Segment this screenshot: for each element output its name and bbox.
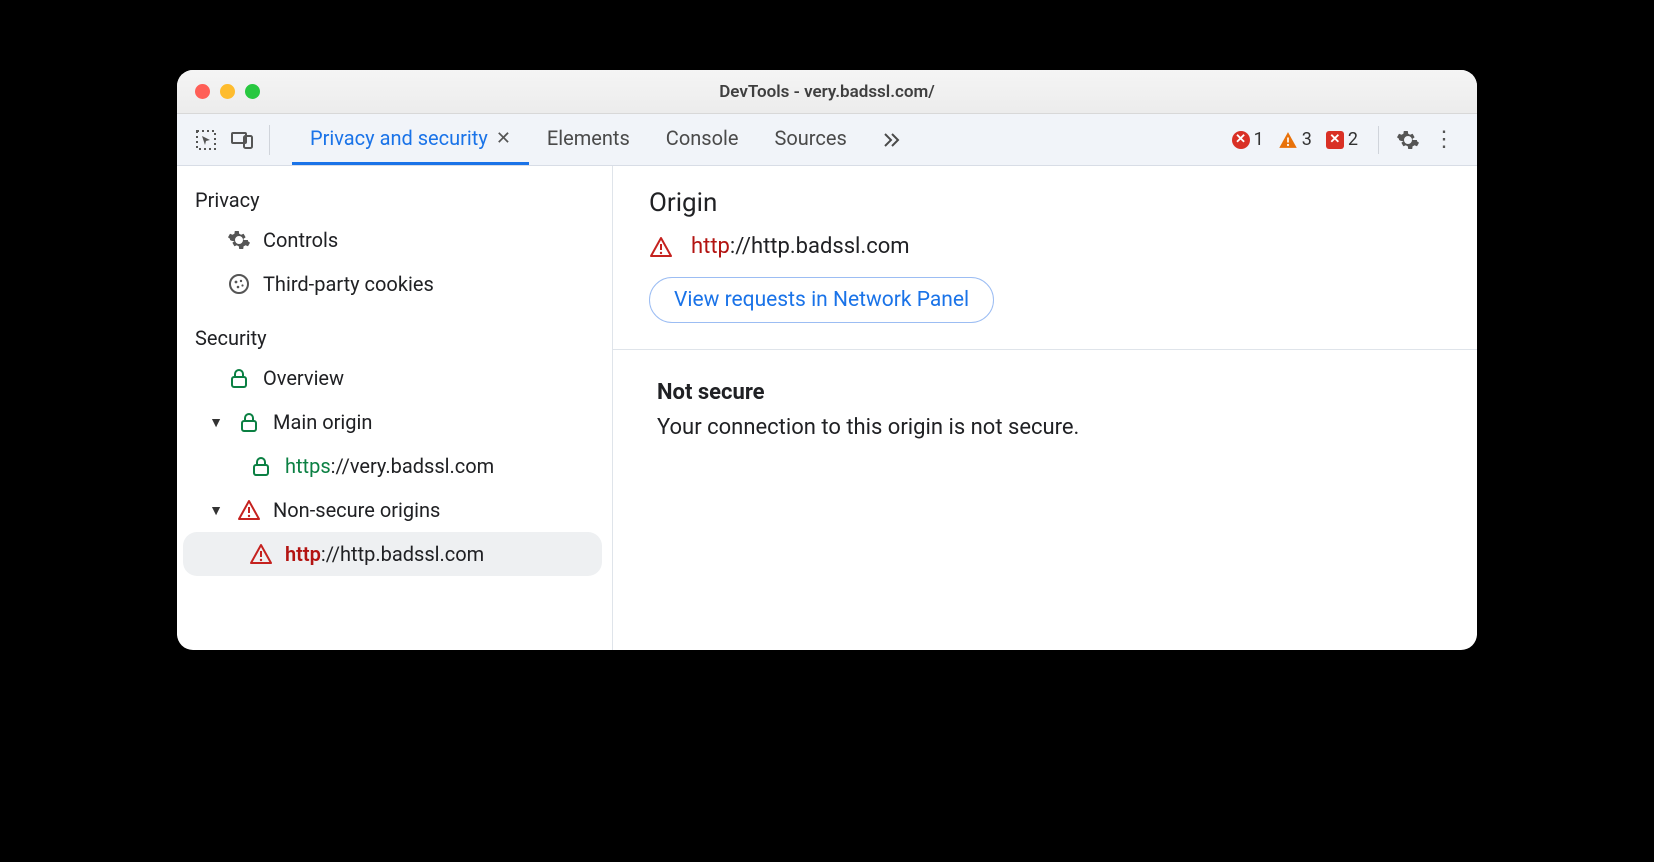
window-title: DevTools - very.badssl.com/ <box>177 82 1477 102</box>
origin-heading: Origin <box>649 188 1441 218</box>
warning-icon <box>1278 130 1298 150</box>
disclosure-arrow-icon[interactable]: ▼ <box>207 502 225 519</box>
sidebar-item-label: Main origin <box>273 410 372 434</box>
origin-url: http://http.badssl.com <box>285 542 484 566</box>
status-section: Not secure Your connection to this origi… <box>613 350 1477 470</box>
more-tabs-button[interactable] <box>865 114 917 165</box>
sidebar-item-nonsecure-origins[interactable]: ▼ Non-secure origins <box>177 488 612 532</box>
tab-label: Elements <box>547 126 630 150</box>
url-rest: ://very.badssl.com <box>331 454 495 478</box>
sidebar-item-label: Controls <box>263 228 338 252</box>
tab-elements[interactable]: Elements <box>529 114 648 165</box>
tab-privacy-and-security[interactable]: Privacy and security ✕ <box>292 114 529 165</box>
origin-row: http://http.badssl.com <box>649 234 1441 259</box>
lock-icon <box>237 410 261 434</box>
url-rest: ://http.badssl.com <box>730 234 910 259</box>
origin-section: Origin http://http.badssl.com View reque… <box>613 166 1477 350</box>
view-requests-button[interactable]: View requests in Network Panel <box>649 277 994 323</box>
sidebar-item-main-origin[interactable]: ▼ Main origin <box>177 400 612 444</box>
inspect-icon[interactable] <box>193 127 219 153</box>
messages-counter[interactable]: ✕ 2 <box>1322 129 1362 150</box>
lock-icon <box>227 366 251 390</box>
sidebar-item-controls[interactable]: Controls <box>177 218 612 262</box>
device-toolbar-icon[interactable] <box>229 127 255 153</box>
sidebar-item-label: Third-party cookies <box>263 272 434 296</box>
warning-icon <box>237 498 261 522</box>
sidebar-item-label: Non-secure origins <box>273 498 440 522</box>
warning-icon <box>649 235 673 259</box>
lock-icon <box>249 454 273 478</box>
gear-icon <box>227 228 251 252</box>
errors-counter[interactable]: ✕ 1 <box>1228 129 1268 150</box>
status-title: Not secure <box>657 380 1433 405</box>
sidebar-item-label: Overview <box>263 366 344 390</box>
errors-count: 1 <box>1254 129 1264 150</box>
warnings-count: 3 <box>1302 129 1312 150</box>
status-body: Your connection to this origin is not se… <box>657 415 1433 440</box>
tab-console[interactable]: Console <box>648 114 757 165</box>
tab-label: Privacy and security <box>310 126 488 150</box>
warnings-counter[interactable]: 3 <box>1274 129 1316 150</box>
disclosure-arrow-icon[interactable]: ▼ <box>207 414 225 431</box>
main-panel: Origin http://http.badssl.com View reque… <box>613 166 1477 650</box>
url-scheme: https <box>285 454 331 478</box>
origin-url: https://very.badssl.com <box>285 454 494 478</box>
button-label: View requests in Network Panel <box>674 288 969 312</box>
tab-label: Sources <box>774 126 846 150</box>
message-icon: ✕ <box>1326 131 1344 149</box>
sidebar-item-main-origin-url[interactable]: https://very.badssl.com <box>177 444 612 488</box>
devtools-window: DevTools - very.badssl.com/ Privacy and … <box>177 70 1477 650</box>
sidebar-item-overview[interactable]: Overview <box>177 356 612 400</box>
error-icon: ✕ <box>1232 131 1250 149</box>
tab-label: Console <box>666 126 739 150</box>
close-tab-icon[interactable]: ✕ <box>496 128 511 149</box>
settings-button[interactable] <box>1395 127 1421 153</box>
sidebar-item-nonsecure-origin-url[interactable]: http://http.badssl.com <box>183 532 602 576</box>
toolbar-divider <box>269 125 270 155</box>
tab-sources[interactable]: Sources <box>756 114 864 165</box>
titlebar: DevTools - very.badssl.com/ <box>177 70 1477 114</box>
url-scheme: http <box>691 234 730 259</box>
cookie-icon <box>227 272 251 296</box>
warning-icon <box>249 542 273 566</box>
panel-tabs: Privacy and security ✕ Elements Console … <box>292 114 917 165</box>
toolbar: Privacy and security ✕ Elements Console … <box>177 114 1477 166</box>
url-rest: ://http.badssl.com <box>321 542 484 566</box>
more-options-button[interactable]: ⋮ <box>1427 127 1461 152</box>
toolbar-divider <box>1378 126 1379 154</box>
url-scheme: http <box>285 542 321 566</box>
security-section-title: Security <box>177 320 612 356</box>
messages-count: 2 <box>1348 129 1358 150</box>
privacy-section-title: Privacy <box>177 182 612 218</box>
sidebar-item-third-party-cookies[interactable]: Third-party cookies <box>177 262 612 306</box>
origin-url: http://http.badssl.com <box>691 234 910 259</box>
sidebar: Privacy Controls Third-party cookies Sec… <box>177 166 613 650</box>
